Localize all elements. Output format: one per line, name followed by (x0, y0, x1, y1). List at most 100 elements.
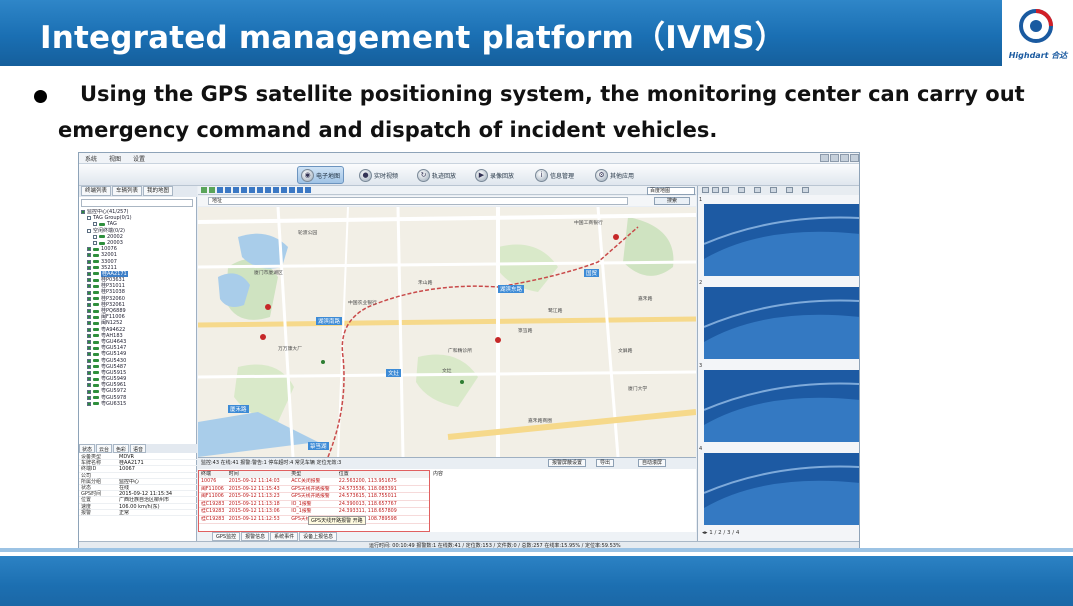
menu-system[interactable]: 系统 (85, 154, 97, 163)
window-controls (820, 154, 859, 162)
tab-vehicle-list[interactable]: 车辆列表 (112, 186, 143, 196)
tab-voice[interactable]: 语音 (130, 444, 147, 453)
video-channel-3[interactable] (704, 370, 859, 442)
tree-checkbox[interactable] (87, 253, 91, 258)
table-row[interactable]: 闽F11006 2015-09-12 11:15:43 GPS天线开路报警 24.57… (199, 486, 429, 494)
tree-checkbox[interactable] (87, 271, 91, 276)
video-layout-button[interactable] (722, 187, 729, 193)
tree-filter-dropdown[interactable] (81, 199, 193, 207)
tree-checkbox[interactable] (87, 389, 91, 394)
tree-checkbox[interactable] (87, 401, 91, 406)
video-audio-button[interactable] (770, 187, 777, 193)
tab-color[interactable]: 色彩 (113, 444, 130, 453)
video-channel-4[interactable] (704, 453, 859, 525)
tree-checkbox[interactable] (87, 333, 91, 338)
tree-checkbox[interactable] (87, 327, 91, 332)
vehicle-icon (93, 315, 99, 319)
tab-status[interactable]: 状态 (79, 444, 96, 453)
tree-checkbox[interactable] (93, 234, 97, 239)
alarm-type: IO_1报警 (291, 501, 312, 507)
tree-checkbox[interactable] (87, 346, 91, 351)
tree-checkbox[interactable] (87, 377, 91, 382)
tree-checkbox[interactable] (87, 340, 91, 345)
tool-track-playback[interactable]: ↻ 轨迹回放 (417, 166, 456, 184)
close-button[interactable] (850, 154, 859, 162)
tool-info-management[interactable]: i 信息管理 (535, 166, 574, 184)
tab-system-events[interactable]: 系统事件 (270, 532, 299, 541)
map-poi: 广和精诊所 (448, 349, 472, 354)
video-layout-button[interactable] (702, 187, 709, 193)
tab-my-map[interactable]: 我的地图 (143, 186, 174, 196)
tree-checkbox[interactable] (87, 315, 91, 320)
vehicle-icon (93, 328, 99, 332)
video-layout-button[interactable] (712, 187, 719, 193)
tree-checkbox[interactable] (87, 278, 91, 283)
menu-settings[interactable]: 设置 (133, 154, 145, 163)
vehicle-icon (99, 241, 105, 245)
video-page-tabs[interactable]: ◂▸ 1 / 2 / 3 / 4 (698, 529, 859, 539)
electronic-map[interactable]: 湖滨南路 湖滨东路 文灶 厦禾路 国贸 箓筜湖 中国农业银行 廈门市廈湖区 中国… (198, 207, 696, 457)
table-row[interactable]: 桂C19283 2015-09-12 11:13:06 IO_1报警 24.39331… (199, 508, 429, 516)
video-play-button[interactable] (786, 187, 793, 193)
info-key: 位置 (81, 497, 92, 504)
tree-checkbox[interactable] (93, 222, 97, 227)
table-row[interactable]: 10076 2015-09-12 11:14:03 ACC关闭报警 22.563200… (199, 478, 429, 486)
tree-checkbox[interactable] (87, 364, 91, 369)
tree-checkbox[interactable] (87, 302, 91, 307)
minimize-button[interactable] (820, 154, 829, 162)
tree-checkbox[interactable] (87, 383, 91, 388)
tree-checkbox[interactable] (81, 210, 85, 215)
vehicle-icon (93, 309, 99, 313)
tree-checkbox[interactable] (87, 296, 91, 301)
video-wallpaper (704, 287, 859, 359)
tab-terminal-list[interactable]: 终端列表 (81, 186, 112, 196)
tree-checkbox[interactable] (87, 358, 91, 363)
tool-other-apps[interactable]: ⚙ 其他应用 (595, 166, 634, 184)
tree-checkbox[interactable] (87, 290, 91, 295)
tool-electronic-map[interactable]: ◉ 电子地图 (297, 166, 345, 184)
alarm-tooltip: GPS天线开路报警 开路 (308, 516, 366, 525)
tree-checkbox[interactable] (87, 321, 91, 326)
map-search-input[interactable]: 地址 (208, 197, 628, 205)
restore-button[interactable] (840, 154, 849, 162)
tab-alarm-info[interactable]: 报警信息 (241, 532, 270, 541)
tree-checkbox[interactable] (87, 284, 91, 289)
tab-ptz[interactable]: 云台 (96, 444, 113, 453)
vehicle-icon (93, 334, 99, 338)
tab-gps-monitor[interactable]: GPS监控 (212, 532, 241, 541)
tree-checkbox[interactable] (87, 247, 91, 252)
alarm-content-column: 内容 (431, 470, 695, 532)
tree-checkbox[interactable] (87, 259, 91, 264)
table-row[interactable]: 桂C19283 2015-09-12 11:13:18 IO_1报警 24.39001… (199, 501, 429, 509)
video-channel-2[interactable] (704, 287, 859, 359)
tree-checkbox[interactable] (87, 352, 91, 357)
tool-record-playback[interactable]: ▶ 录像回放 (475, 166, 514, 184)
tool-live-video[interactable]: ● 实时视频 (359, 166, 398, 184)
info-key: 状态 (81, 484, 92, 491)
vehicle-icon (93, 371, 99, 375)
map-search-button[interactable]: 搜索 (654, 197, 690, 205)
table-row[interactable]: 闽F11006 2015-09-12 11:13:23 GPS天线开路报警 24.57… (199, 493, 429, 501)
tree-item[interactable]: 粤GU6315 (81, 401, 195, 407)
bullet-dot (34, 90, 47, 103)
auto-scroll-checkbox[interactable]: 自动滚屏 (638, 459, 667, 467)
menu-view[interactable]: 视图 (109, 154, 121, 163)
tab-device-reports[interactable]: 设备上报信息 (299, 532, 338, 541)
tree-checkbox[interactable] (87, 309, 91, 314)
tree-checkbox[interactable] (87, 370, 91, 375)
road-label: 文灶 (386, 369, 402, 377)
tree-checkbox[interactable] (93, 241, 97, 246)
tree-checkbox[interactable] (87, 265, 91, 270)
tree-checkbox[interactable] (87, 395, 91, 400)
video-stop-button[interactable] (802, 187, 809, 193)
tree-checkbox[interactable] (87, 228, 91, 233)
video-snapshot-button[interactable] (738, 187, 745, 193)
maximize-button[interactable] (830, 154, 839, 162)
alarm-shield-button[interactable]: 报警屏蔽设置 (548, 459, 587, 467)
tree-checkbox[interactable] (87, 216, 91, 221)
video-record-button[interactable] (754, 187, 761, 193)
video-channel-1[interactable] (704, 204, 859, 276)
export-button[interactable]: 导出 (596, 459, 615, 467)
alarm-time: 2015-09-12 11:13:23 (228, 494, 280, 500)
map-type-select[interactable]: 百度地图 (647, 187, 695, 195)
